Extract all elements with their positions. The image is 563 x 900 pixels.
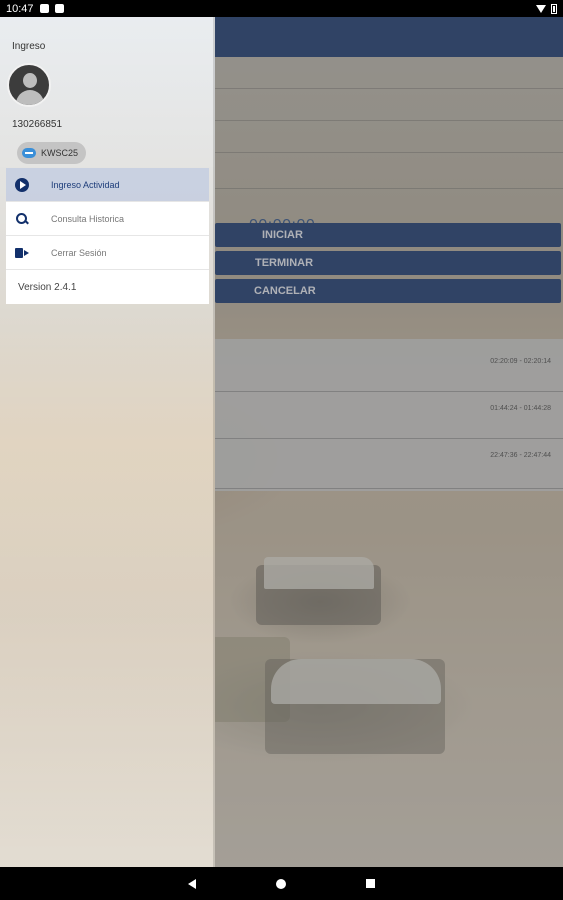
drawer-menu: Ingreso Actividad Consulta Historica Cer… <box>6 168 209 304</box>
recents-icon[interactable] <box>366 879 375 888</box>
avatar-body <box>16 90 44 105</box>
search-icon <box>15 212 29 226</box>
home-icon[interactable] <box>276 878 286 889</box>
system-nav-bar <box>0 867 563 900</box>
menu-item-label: Consulta Historica <box>51 213 125 224</box>
logout-icon <box>15 246 29 260</box>
menu-item-consulta-historica[interactable]: Consulta Historica <box>6 202 209 236</box>
play-icon <box>15 177 29 192</box>
user-id: 130266851 <box>12 119 63 130</box>
drawer-title: Ingreso <box>12 41 46 52</box>
status-time: 10:47 <box>6 2 34 15</box>
back-icon[interactable] <box>188 878 196 889</box>
menu-item-ingreso-actividad[interactable]: Ingreso Actividad <box>6 168 209 202</box>
drawer-edge <box>213 17 215 867</box>
chip-label: KWSC25 <box>41 148 79 158</box>
menu-item-label: Cerrar Sesión <box>51 247 107 258</box>
avatar-head <box>23 73 37 88</box>
screen: 10:47 00:00:00 INICIAR TERMINAR CANCELAR… <box>0 0 563 900</box>
device-icon <box>22 148 36 158</box>
notification-icon <box>39 4 49 13</box>
menu-item-label: Ingreso Actividad <box>51 179 120 190</box>
menu-item-cerrar-sesion[interactable]: Cerrar Sesión <box>6 236 209 270</box>
device-chip[interactable]: KWSC25 <box>17 142 87 164</box>
navigation-drawer: Ingreso 130266851 KWSC25 Ingreso Activid… <box>0 17 215 867</box>
status-bar: 10:47 <box>0 0 563 17</box>
wifi-icon <box>536 4 546 13</box>
sim-icon <box>54 4 64 13</box>
battery-icon <box>551 3 557 14</box>
avatar[interactable] <box>7 63 51 107</box>
version-label: Version 2.4.1 <box>6 270 209 304</box>
